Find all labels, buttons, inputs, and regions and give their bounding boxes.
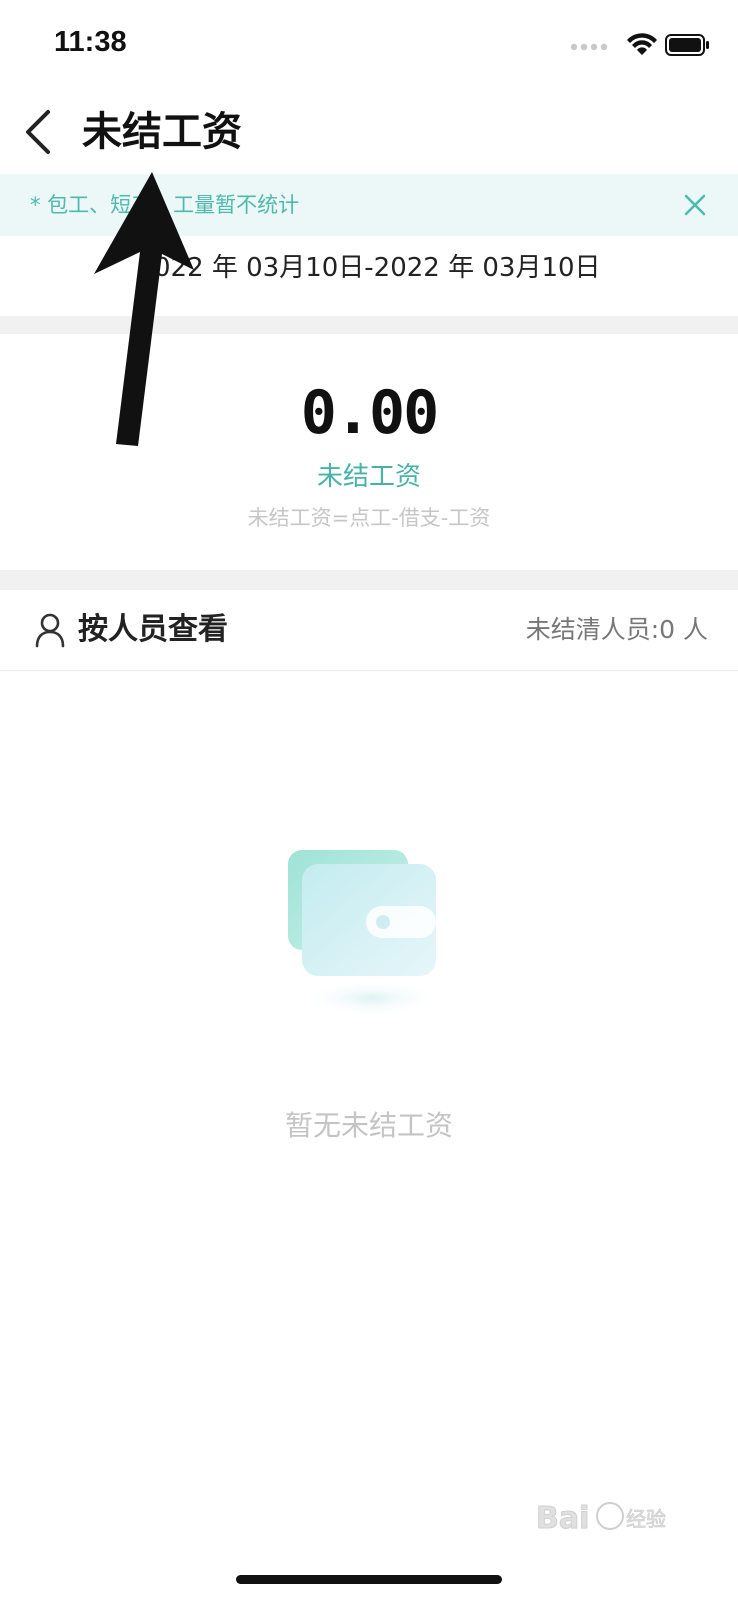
empty-state-text: 暂无未结工资 <box>284 1109 453 1142</box>
wifi-icon <box>627 33 657 55</box>
chevron-left-icon <box>26 110 50 154</box>
divider <box>0 316 738 334</box>
svg-text:Bai: Bai <box>536 1501 589 1536</box>
notice-bar: * 包工、短工、工量暂不统计 <box>0 174 738 236</box>
divider <box>0 570 738 590</box>
close-button[interactable] <box>680 190 710 220</box>
status-bar: 11:38 <box>0 0 738 90</box>
formula-text: 未结工资=点工-借支-工资 <box>247 506 491 530</box>
notice-text: * 包工、短工、工量暂不统计 <box>30 193 300 217</box>
battery-icon <box>665 34 709 56</box>
wallet-icon <box>280 850 460 1020</box>
view-by-person-header: 按人员查看 未结清人员:0 人 <box>0 590 738 671</box>
home-indicator[interactable] <box>236 1575 502 1584</box>
baidu-watermark-logo: Bai 经验 <box>536 1501 666 1537</box>
close-icon <box>684 194 706 216</box>
summary-card: 0.00 未结工资 未结工资=点工-借支-工资 <box>0 334 738 570</box>
status-icons <box>570 32 710 58</box>
section-title: 按人员查看 <box>78 612 228 647</box>
unsettled-amount-label: 未结工资 <box>316 462 421 492</box>
person-icon <box>34 612 66 648</box>
status-time: 11:38 <box>54 26 127 58</box>
svg-text:经验: 经验 <box>626 1507 666 1531</box>
date-range[interactable]: 2022 年 03月10日-2022 年 03月10日 <box>0 246 738 290</box>
back-button[interactable] <box>14 104 66 160</box>
nav-bar: 未结工资 <box>0 90 738 174</box>
unsettled-amount: 0.00 <box>300 378 440 448</box>
unsettled-people-count: 未结清人员:0 人 <box>525 615 708 644</box>
signal-icon <box>570 43 608 51</box>
page-title: 未结工资 <box>82 109 242 155</box>
